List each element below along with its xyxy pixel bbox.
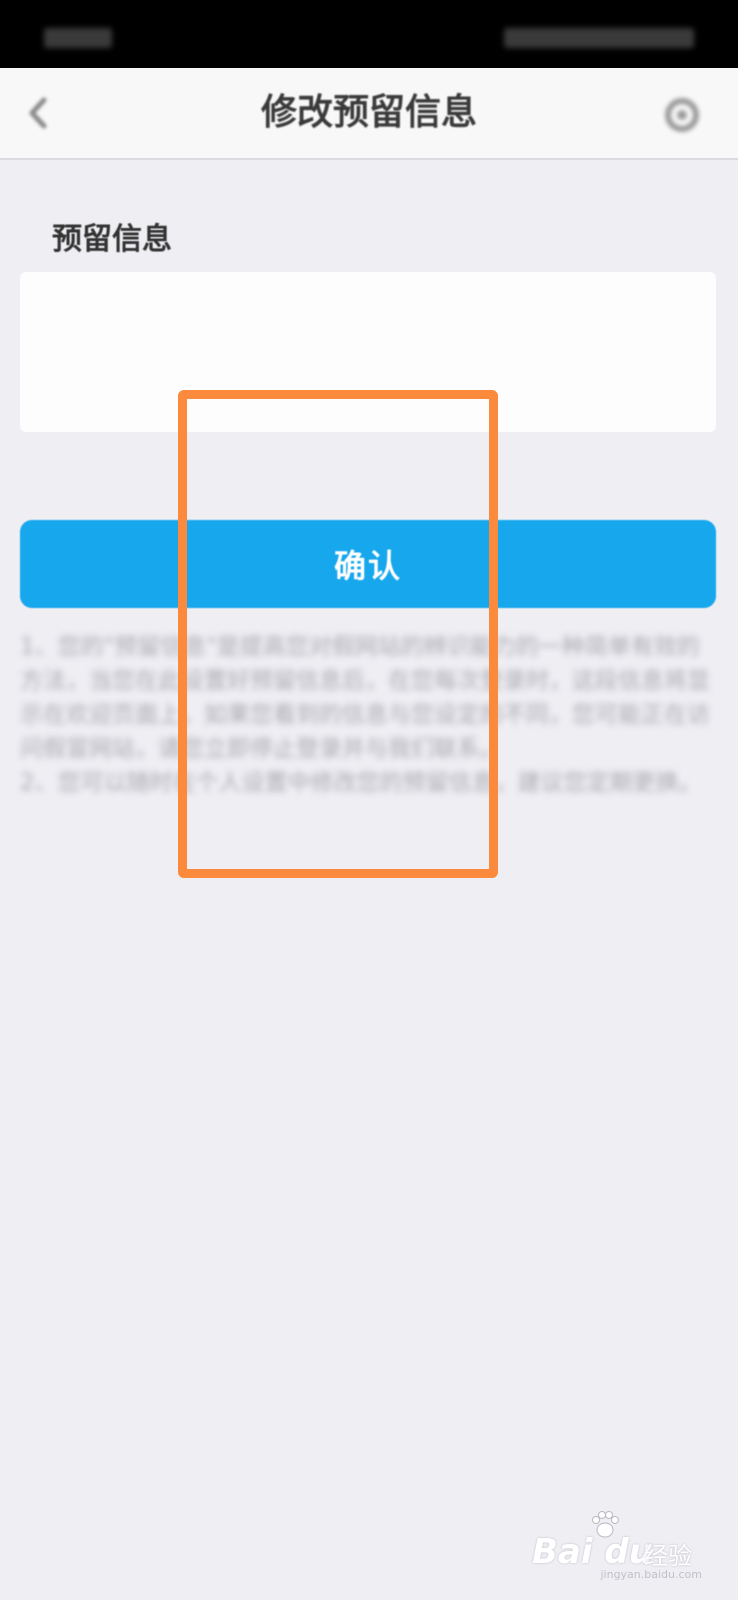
confirm-button[interactable]: 确认	[20, 520, 716, 608]
reserved-info-input[interactable]	[20, 272, 716, 432]
status-bar	[0, 0, 738, 68]
page-title: 修改预留信息	[260, 92, 477, 133]
gear-icon[interactable]	[662, 95, 702, 135]
tip-item: 2、您可以随时在个人设置中修改您的预留信息，建议您定期更换。	[20, 770, 702, 796]
jingyan-label: 经验	[644, 1542, 692, 1570]
baidu-logo: Bai du	[532, 1532, 653, 1572]
baidu-jingyan-watermark: Bai du 经验 jingyan.baidu.com	[532, 1510, 702, 1581]
tips-text: 1、您的"预留信息"是提高您对假网站的辨识能力的一种简单有效的方法，当您在此设置…	[20, 630, 710, 800]
tip-item: 1、您的"预留信息"是提高您对假网站的辨识能力的一种简单有效的方法，当您在此设置…	[20, 634, 710, 762]
nav-bar: 修改预留信息	[0, 68, 738, 160]
watermark-url: jingyan.baidu.com	[600, 1568, 702, 1581]
section-label: 预留信息	[52, 222, 172, 257]
status-time	[44, 28, 112, 48]
status-indicators	[504, 28, 694, 48]
